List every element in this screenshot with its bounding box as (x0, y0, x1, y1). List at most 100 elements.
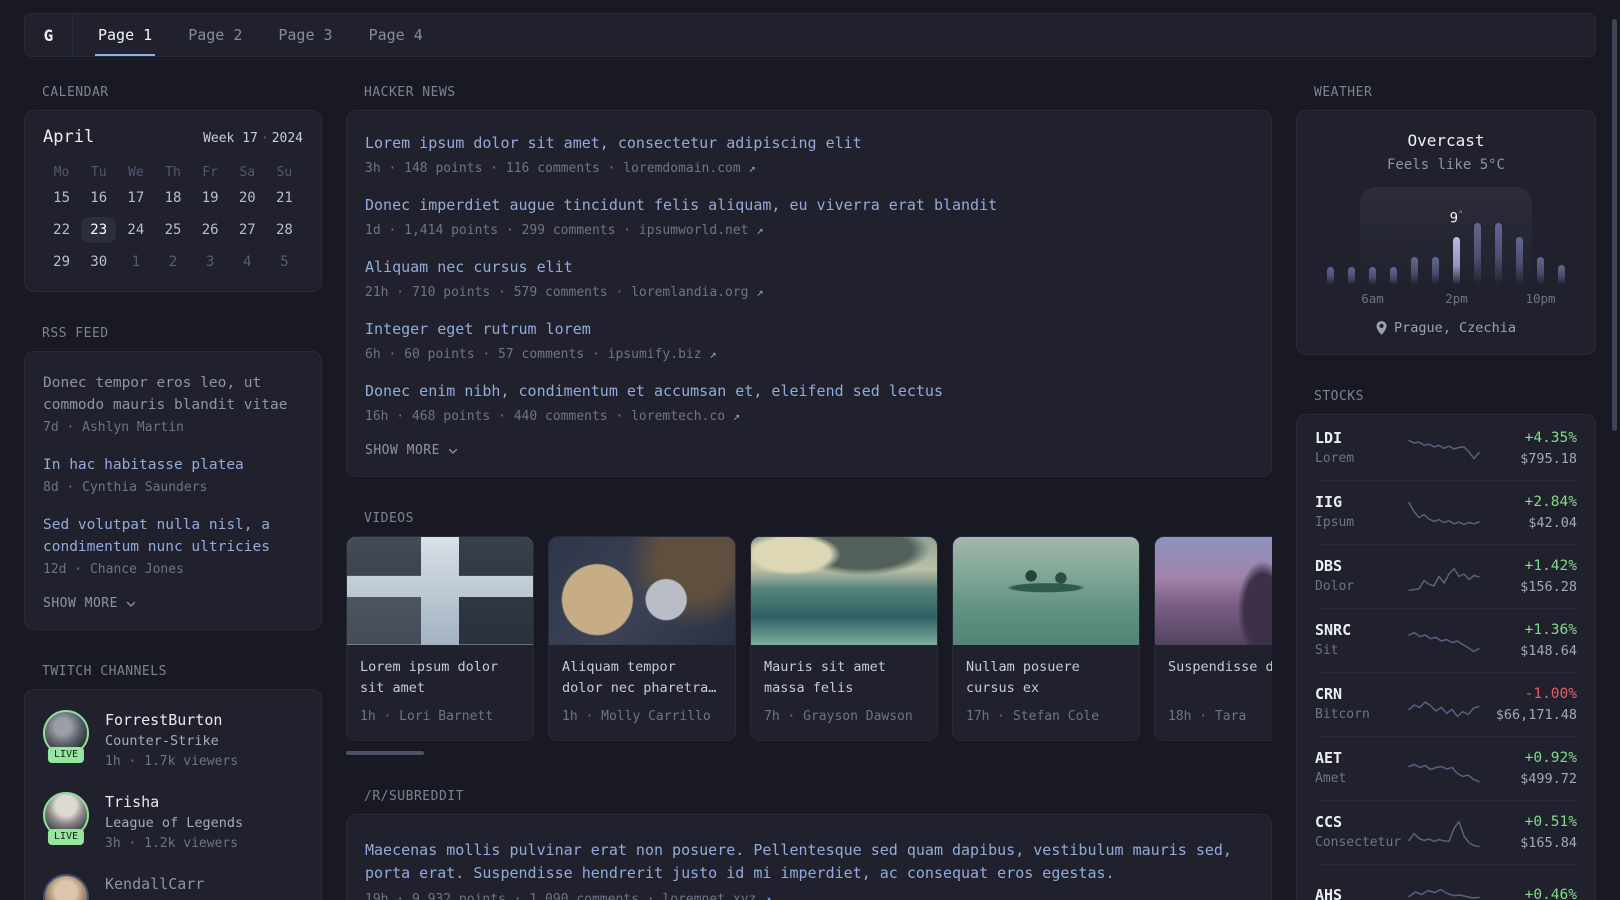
weather-bar-column (1551, 195, 1572, 285)
rss-item: Donec tempor eros leo, ut commodo mauris… (43, 372, 303, 438)
stock-right: +0.92% $499.72 (1481, 748, 1577, 789)
calendar-day: 27 (229, 215, 266, 245)
app-logo[interactable]: G (25, 14, 73, 56)
stock-row[interactable]: AHS +0.46% (1315, 864, 1577, 900)
video-card[interactable]: Lorem ipsum dolor sit amet consectetu… 1h… (346, 536, 534, 741)
stock-row[interactable]: CRN Bitcorn -1.00% $66,171.48 (1315, 672, 1577, 736)
tab-page-1[interactable]: Page 1 (95, 14, 156, 56)
stock-sparkline-wrap (1407, 430, 1481, 468)
video-card[interactable]: Suspendisse diam 18h · Tara (1154, 536, 1272, 741)
stock-left: LDI Lorem (1315, 428, 1407, 469)
hn-item-domain-link[interactable]: ipsumworld.net (639, 223, 756, 238)
calendar-day: 26 (192, 215, 229, 245)
rss-show-more-button[interactable]: SHOW MORE (43, 596, 137, 611)
stock-sparkline-wrap (1407, 876, 1481, 900)
stock-change: -1.00% (1524, 686, 1577, 702)
twitch-channel[interactable]: LIVE ForrestBurton Counter-Strike 1h · 1.7k… (43, 710, 303, 772)
hn-item-meta: 1d · 1,414 points · 299 comments · (365, 223, 639, 238)
video-card[interactable]: Nullam posuere cursus ex 17h · Stefan Col… (952, 536, 1140, 741)
stock-row[interactable]: CCS Consectetur +0.51% $165.84 (1315, 800, 1577, 864)
stocks-card: LDI Lorem +4.35% $795.18 IIG Ipsum +2.84% $42.0… (1296, 414, 1596, 900)
weather-hour-spacer (1320, 291, 1341, 306)
weather-bar (1474, 223, 1481, 285)
video-meta: 1h · Molly Carrillo (562, 709, 711, 724)
stock-right: +1.42% $156.28 (1481, 556, 1577, 597)
calendar-weekday: Su (276, 165, 293, 180)
hn-item-domain-link[interactable]: ipsumify.biz (608, 347, 710, 362)
stock-change: +1.36% (1524, 622, 1577, 638)
hn-item-title[interactable]: Donec enim nibh, condimentum et accumsan… (365, 381, 1253, 402)
hn-item-title[interactable]: Lorem ipsum dolor sit amet, consectetur … (365, 133, 1253, 154)
tab-page-3[interactable]: Page 3 (275, 14, 335, 56)
rss-item-title[interactable]: In hac habitasse platea (43, 454, 303, 476)
hn-show-more-button[interactable]: SHOW MORE (365, 443, 459, 458)
stock-row[interactable]: SNRC Sit +1.36% $148.64 (1315, 608, 1577, 672)
sub-item-domain-link[interactable]: loremnet.xyz (662, 892, 764, 900)
video-card[interactable]: Aliquam tempor dolor nec pharetra… 1h · M… (548, 536, 736, 741)
stock-left: AHS (1315, 885, 1407, 900)
calendar-widget: CALENDAR April Week 17 · 2024 Mo Tu We Th Fr Sa… (24, 85, 322, 292)
stock-row[interactable]: LDI Lorem +4.35% $795.18 (1315, 417, 1577, 480)
video-card-body: Mauris sit amet massa felis 7h · Grayson … (751, 645, 937, 740)
stock-sparkline (1408, 501, 1480, 525)
hn-item-meta-line: 21h · 710 points · 579 comments · loreml… (365, 282, 1253, 303)
twitch-channel[interactable]: KendallCarr (43, 874, 303, 900)
calendar-day: 15 (43, 183, 80, 213)
weather-bar (1411, 257, 1418, 285)
stock-row[interactable]: AET Amet +0.92% $499.72 (1315, 736, 1577, 800)
hn-item-title[interactable]: Donec imperdiet augue tincidunt felis al… (365, 195, 1253, 216)
hn-item-domain-link[interactable]: loremdomain.com (623, 161, 748, 176)
stock-sparkline (1408, 888, 1480, 899)
video-title: Aliquam tempor dolor nec pharetra… (562, 659, 717, 696)
calendar-weekday: We (128, 165, 144, 180)
stock-name: Amet (1315, 771, 1347, 786)
hacker-news-card: Lorem ipsum dolor sit amet, consectetur … (346, 110, 1272, 477)
stock-price: $499.72 (1520, 771, 1577, 787)
weather-bar (1327, 267, 1334, 285)
hn-item-domain-link[interactable]: loremtech.co (631, 409, 733, 424)
hn-item-domain-link[interactable]: loremlandia.org (631, 285, 756, 300)
rss-item-title[interactable]: Sed volutpat nulla nisl, a condimentum n… (43, 514, 303, 558)
hn-item-title[interactable]: Aliquam nec cursus elit (365, 257, 1253, 278)
calendar-day-number: 26 (201, 222, 219, 238)
sub-item-meta: 19h · 9,932 points · 1,090 comments · (365, 892, 663, 900)
stock-right: -1.00% $66,171.48 (1481, 684, 1577, 725)
weather-bar (1369, 267, 1376, 285)
calendar-day-number: 18 (164, 190, 182, 206)
calendar-day: 5 (266, 247, 303, 277)
stock-sparkline (1408, 567, 1480, 591)
stock-name: Ipsum (1315, 515, 1355, 530)
rss-item-title[interactable]: Donec tempor eros leo, ut commodo mauris… (43, 372, 303, 416)
calendar-day: 18 (154, 183, 191, 213)
stock-row[interactable]: DBS Dolor +1.42% $156.28 (1315, 544, 1577, 608)
calendar-day: 4 (229, 247, 266, 277)
rss-item: In hac habitasse platea 8d · Cynthia Saun… (43, 454, 303, 498)
calendar-day: 28 (266, 215, 303, 245)
video-card-row: Lorem ipsum dolor sit amet consectetu… 1h… (346, 536, 1272, 741)
calendar-day: 19 (192, 183, 229, 213)
calendar-day: 1 (117, 247, 154, 277)
video-meta: 18h · Tara (1168, 709, 1247, 724)
dashboard-columns: CALENDAR April Week 17 · 2024 Mo Tu We Th Fr Sa… (0, 57, 1620, 900)
video-card[interactable]: Mauris sit amet massa felis 7h · Grayson … (750, 536, 938, 741)
video-title: Mauris sit amet massa felis (764, 659, 886, 696)
stock-row[interactable]: IIG Ipsum +2.84% $42.04 (1315, 480, 1577, 544)
hn-item-meta: 6h · 60 points · 57 comments · (365, 347, 608, 362)
weather-bar-column (1530, 195, 1551, 285)
videos-scrollbar-thumb[interactable] (346, 751, 424, 755)
weather-hour-label: 2pm (1445, 291, 1468, 306)
external-link-icon: ↗ (732, 409, 741, 423)
page-tabs: Page 1 Page 2 Page 3 Page 4 (95, 14, 426, 56)
sub-item: Maecenas mollis pulvinar erat non posuer… (365, 839, 1253, 900)
twitch-channel-info: Trisha League of Legends 3h · 1.2k viewers (105, 792, 243, 854)
tab-page-4[interactable]: Page 4 (366, 14, 426, 56)
page-scrollbar-thumb[interactable] (1612, 19, 1617, 431)
calendar-day-number: 5 (280, 254, 289, 270)
stock-name: Sit (1315, 643, 1339, 658)
tab-page-2[interactable]: Page 2 (185, 14, 245, 56)
twitch-channel[interactable]: LIVE Trisha League of Legends 3h · 1.2k vie… (43, 792, 303, 854)
sub-item-title[interactable]: Maecenas mollis pulvinar erat non posuer… (365, 839, 1253, 885)
hn-item-title[interactable]: Integer eget rutrum lorem (365, 319, 1253, 340)
weather-hour-spacer (1488, 291, 1509, 306)
video-thumbnail (953, 537, 1139, 645)
